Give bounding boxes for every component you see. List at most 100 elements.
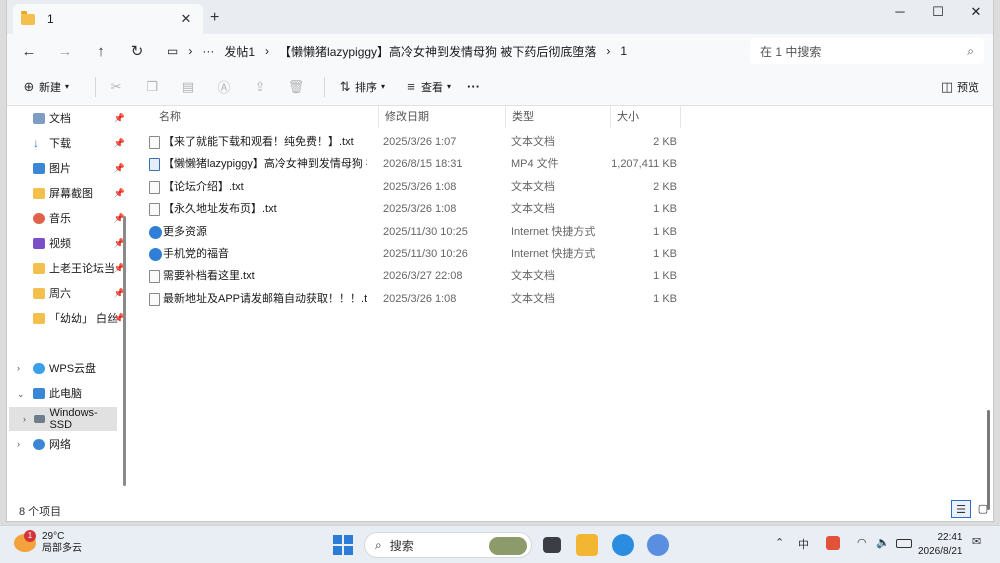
file-size: 1 KB <box>653 293 677 305</box>
sort-icon: ⇅ <box>339 78 351 94</box>
sogou-icon[interactable] <box>826 536 840 550</box>
new-tab-button[interactable]: + <box>210 9 219 27</box>
sidebar-item-folder[interactable]: 上老王论坛当 📌 <box>33 258 129 278</box>
breadcrumb-item[interactable]: 1 <box>620 44 627 58</box>
close-window-button[interactable]: ✕ <box>959 4 993 20</box>
rename-icon[interactable]: Ⓐ <box>214 77 234 96</box>
file-date: 2025/3/26 1:08 <box>383 203 457 215</box>
breadcrumb-item[interactable]: 发帖1 <box>224 43 255 60</box>
breadcrumb-overflow[interactable]: ··· <box>202 44 214 58</box>
more-button[interactable]: ··· <box>467 79 480 94</box>
table-row[interactable]: 手机党的福音 2025/11/30 10:26 Internet 快捷方式 1 … <box>147 243 687 265</box>
sidebar-item-screenshots[interactable]: 屏幕截图 📌 <box>33 183 129 203</box>
weather-widget[interactable]: 1 29°C 局部多云 <box>14 530 82 555</box>
wifi-icon[interactable]: ◠ <box>857 536 867 549</box>
back-button[interactable]: ← <box>11 43 47 60</box>
file-date: 2025/11/30 10:26 <box>383 248 468 260</box>
cut-icon[interactable]: ✂ <box>106 79 126 95</box>
chevron-up-icon[interactable]: ⌃ <box>775 536 784 549</box>
sidebar-item-label: 图片 <box>49 163 71 175</box>
content-scrollbar-thumb[interactable] <box>987 410 990 510</box>
plus-circle-icon: ⊕ <box>23 78 35 94</box>
file-date: 2025/3/26 1:08 <box>383 181 457 193</box>
column-header-date[interactable]: 修改日期 <box>379 106 506 128</box>
divider <box>95 76 97 97</box>
sidebar-item-folder[interactable]: 「幼幼」 白丝 📌 <box>33 308 129 328</box>
details-view-button[interactable]: ☰ <box>951 500 971 518</box>
sidebar-item-downloads[interactable]: ↓ 下载 📌 <box>33 133 129 153</box>
tab-folder-1[interactable]: 1 ✕ <box>13 4 203 34</box>
sidebar-item-documents[interactable]: 文档 📌 <box>33 108 129 128</box>
chevron-down-icon[interactable]: ⌄ <box>17 389 25 400</box>
sidebar-item-wps-cloud[interactable]: WPS云盘 <box>33 358 129 378</box>
app-icon[interactable] <box>647 534 669 556</box>
file-type: 文本文档 <box>511 293 555 305</box>
text-file-icon <box>149 293 160 306</box>
preview-label: 预览 <box>957 81 979 94</box>
table-row[interactable]: 更多资源 2025/11/30 10:25 Internet 快捷方式 1 KB <box>147 221 687 243</box>
up-button[interactable]: ↑ <box>83 43 119 60</box>
address-bar-row: ← → ↑ ↻ ▭ › ··· 发帖1 › 【懒懒猪lazypiggy】高冷女神… <box>7 34 993 68</box>
table-row[interactable]: 【懒懒猪lazypiggy】高冷女神到发情母狗 被下... 2026/8/15 … <box>147 153 687 175</box>
table-row[interactable]: 需要补档看这里.txt 2026/3/27 22:08 文本文档 1 KB <box>147 265 687 287</box>
table-row[interactable]: 【论坛介绍】.txt 2025/3/26 1:08 文本文档 2 KB <box>147 176 687 198</box>
sidebar-item-network[interactable]: 网络 <box>33 434 129 454</box>
sidebar-item-pictures[interactable]: 图片 📌 <box>33 158 129 178</box>
speaker-icon[interactable]: 🔈 <box>876 536 890 549</box>
file-size: 1 KB <box>653 248 677 260</box>
sidebar-item-label: 此电脑 <box>49 388 82 400</box>
chevron-right-icon[interactable]: › <box>17 363 20 373</box>
file-explorer-app-icon[interactable] <box>576 534 598 556</box>
sidebar-item-music[interactable]: 音乐 📌 <box>33 208 129 228</box>
browser-app-icon[interactable] <box>612 534 634 556</box>
paste-icon[interactable]: ▤ <box>178 79 198 95</box>
file-size: 1 KB <box>653 203 677 215</box>
column-header-name[interactable]: 名称 <box>153 106 379 128</box>
delete-icon[interactable]: 🗑 <box>286 79 306 95</box>
minimize-button[interactable]: ─ <box>883 4 917 19</box>
table-row[interactable]: 【来了就能下载和观看！纯免费！】.txt 2025/3/26 1:07 文本文档… <box>147 131 687 153</box>
maximize-button[interactable]: ☐ <box>921 4 955 20</box>
close-tab-icon[interactable]: ✕ <box>177 11 195 27</box>
start-button[interactable] <box>333 535 353 555</box>
chevron-right-icon[interactable]: › <box>17 439 20 449</box>
clock[interactable]: 22:41 2026/8/21 <box>918 531 963 559</box>
table-row[interactable]: 最新地址及APP请发邮箱自动获取！！！.txt 2025/3/26 1:08 文… <box>147 288 687 310</box>
search-input[interactable]: 在 1 中搜索 ⌕ <box>750 38 984 64</box>
sidebar-item-windows-ssd[interactable]: › Windows-SSD <box>9 407 117 431</box>
table-row[interactable]: 【永久地址发布页】.txt 2025/3/26 1:08 文本文档 1 KB <box>147 198 687 220</box>
ime-indicator[interactable]: 中 <box>798 536 809 552</box>
cloud-icon <box>33 362 45 374</box>
breadcrumb-item[interactable]: 【懒懒猪lazypiggy】高冷女神到发情母狗 被下药后彻底堕落 <box>279 43 596 60</box>
battery-icon[interactable] <box>896 539 912 548</box>
new-button[interactable]: ⊕ 新建 ▾ <box>19 79 69 95</box>
sidebar-item-label: 上老王论坛当 <box>49 263 115 275</box>
sidebar-item-videos[interactable]: 视频 📌 <box>33 233 129 253</box>
sidebar-item-this-pc[interactable]: 此电脑 <box>33 383 129 403</box>
file-size: 1 KB <box>653 270 677 282</box>
file-name: 需要补档看这里.txt <box>163 270 255 282</box>
sidebar-scrollbar-thumb[interactable] <box>123 216 126 486</box>
sidebar-item-folder[interactable]: 周六 📌 <box>33 283 129 303</box>
video-file-icon <box>149 158 160 171</box>
preview-button[interactable]: ◫ 预览 <box>937 79 979 95</box>
tiles-view-button[interactable]: ▢ <box>973 500 993 518</box>
search-placeholder: 在 1 中搜索 <box>760 44 822 59</box>
column-header-size[interactable]: 大小 <box>611 106 681 128</box>
weather-temp: 29°C <box>42 531 65 542</box>
breadcrumb[interactable]: ▭ › ··· 发帖1 › 【懒懒猪lazypiggy】高冷女神到发情母狗 被下… <box>167 38 745 64</box>
share-icon[interactable]: ⇪ <box>250 79 270 95</box>
sort-button[interactable]: ⇅ 排序 ▾ <box>335 79 385 95</box>
status-bar: 8 个项目 ☰ ▢ <box>7 498 993 521</box>
view-button[interactable]: ≡ 查看 ▾ <box>401 79 451 95</box>
windows-logo-pane <box>333 546 342 555</box>
forward-button[interactable]: → <box>47 43 83 60</box>
column-header-type[interactable]: 类型 <box>506 106 611 128</box>
refresh-button[interactable]: ↻ <box>119 42 155 60</box>
notification-icon[interactable]: ✉ <box>972 535 981 548</box>
sidebar-item-label: 「幼幼」 白丝 <box>49 313 119 325</box>
sidebar-scrollbar[interactable] <box>123 106 126 496</box>
taskbar-search[interactable]: ⌕ 搜索 <box>364 532 532 558</box>
copy-icon[interactable]: ❐ <box>142 79 162 95</box>
task-view-icon[interactable] <box>543 537 561 553</box>
